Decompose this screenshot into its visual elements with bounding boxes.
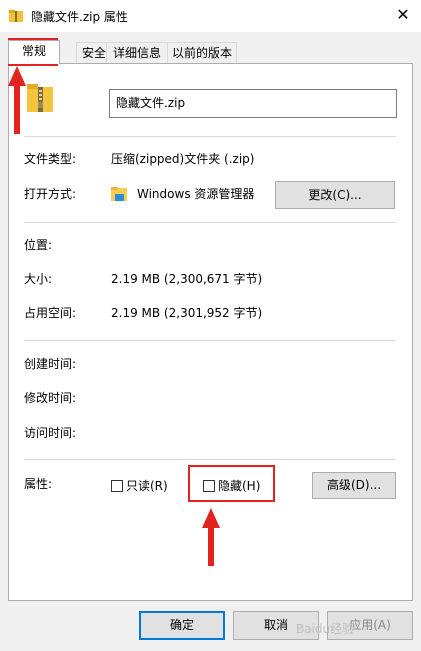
attributes-label: 属性: — [24, 477, 53, 491]
size-on-disk-label: 占用空间: — [24, 306, 77, 320]
zip-file-icon — [27, 84, 53, 112]
annotation-arrow-up-icon — [8, 66, 26, 134]
readonly-label[interactable]: 只读(R) — [126, 478, 168, 494]
location-label: 位置: — [24, 238, 53, 252]
size-on-disk-value: 2.19 MB (2,301,952 字节) — [111, 306, 263, 320]
size-label: 大小: — [24, 272, 53, 286]
readonly-checkbox[interactable] — [111, 480, 123, 492]
change-button[interactable]: 更改(C)... — [275, 181, 395, 209]
separator — [24, 222, 396, 223]
advanced-button[interactable]: 高级(D)... — [312, 472, 396, 499]
file-type-value: 压缩(zipped)文件夹 (.zip) — [111, 152, 255, 166]
separator — [24, 459, 396, 460]
zip-folder-icon — [9, 10, 23, 22]
tab-previous-versions[interactable]: 以前的版本 — [167, 42, 237, 63]
file-explorer-icon — [111, 187, 127, 201]
file-type-label: 文件类型: — [24, 152, 77, 166]
tab-details[interactable]: 详细信息 — [106, 42, 168, 63]
window-title: 隐藏文件.zip 属性 — [31, 10, 128, 24]
tab-general[interactable]: 常规 — [8, 40, 60, 64]
separator — [24, 340, 396, 341]
ok-button[interactable]: 确定 — [139, 611, 225, 640]
annotation-arrow-up-icon — [202, 508, 220, 566]
watermark: Baidu经验 — [296, 622, 355, 636]
open-with-label: 打开方式: — [24, 187, 77, 201]
accessed-label: 访问时间: — [24, 426, 77, 440]
file-name-input[interactable]: 隐藏文件.zip — [109, 89, 397, 118]
created-label: 创建时间: — [24, 357, 77, 371]
modified-label: 修改时间: — [24, 391, 77, 405]
size-value: 2.19 MB (2,300,671 字节) — [111, 272, 263, 286]
close-icon[interactable]: ✕ — [392, 4, 414, 26]
open-with-value: Windows 资源管理器 — [137, 187, 255, 201]
separator — [24, 136, 396, 137]
annotation-box-hidden — [188, 465, 275, 502]
